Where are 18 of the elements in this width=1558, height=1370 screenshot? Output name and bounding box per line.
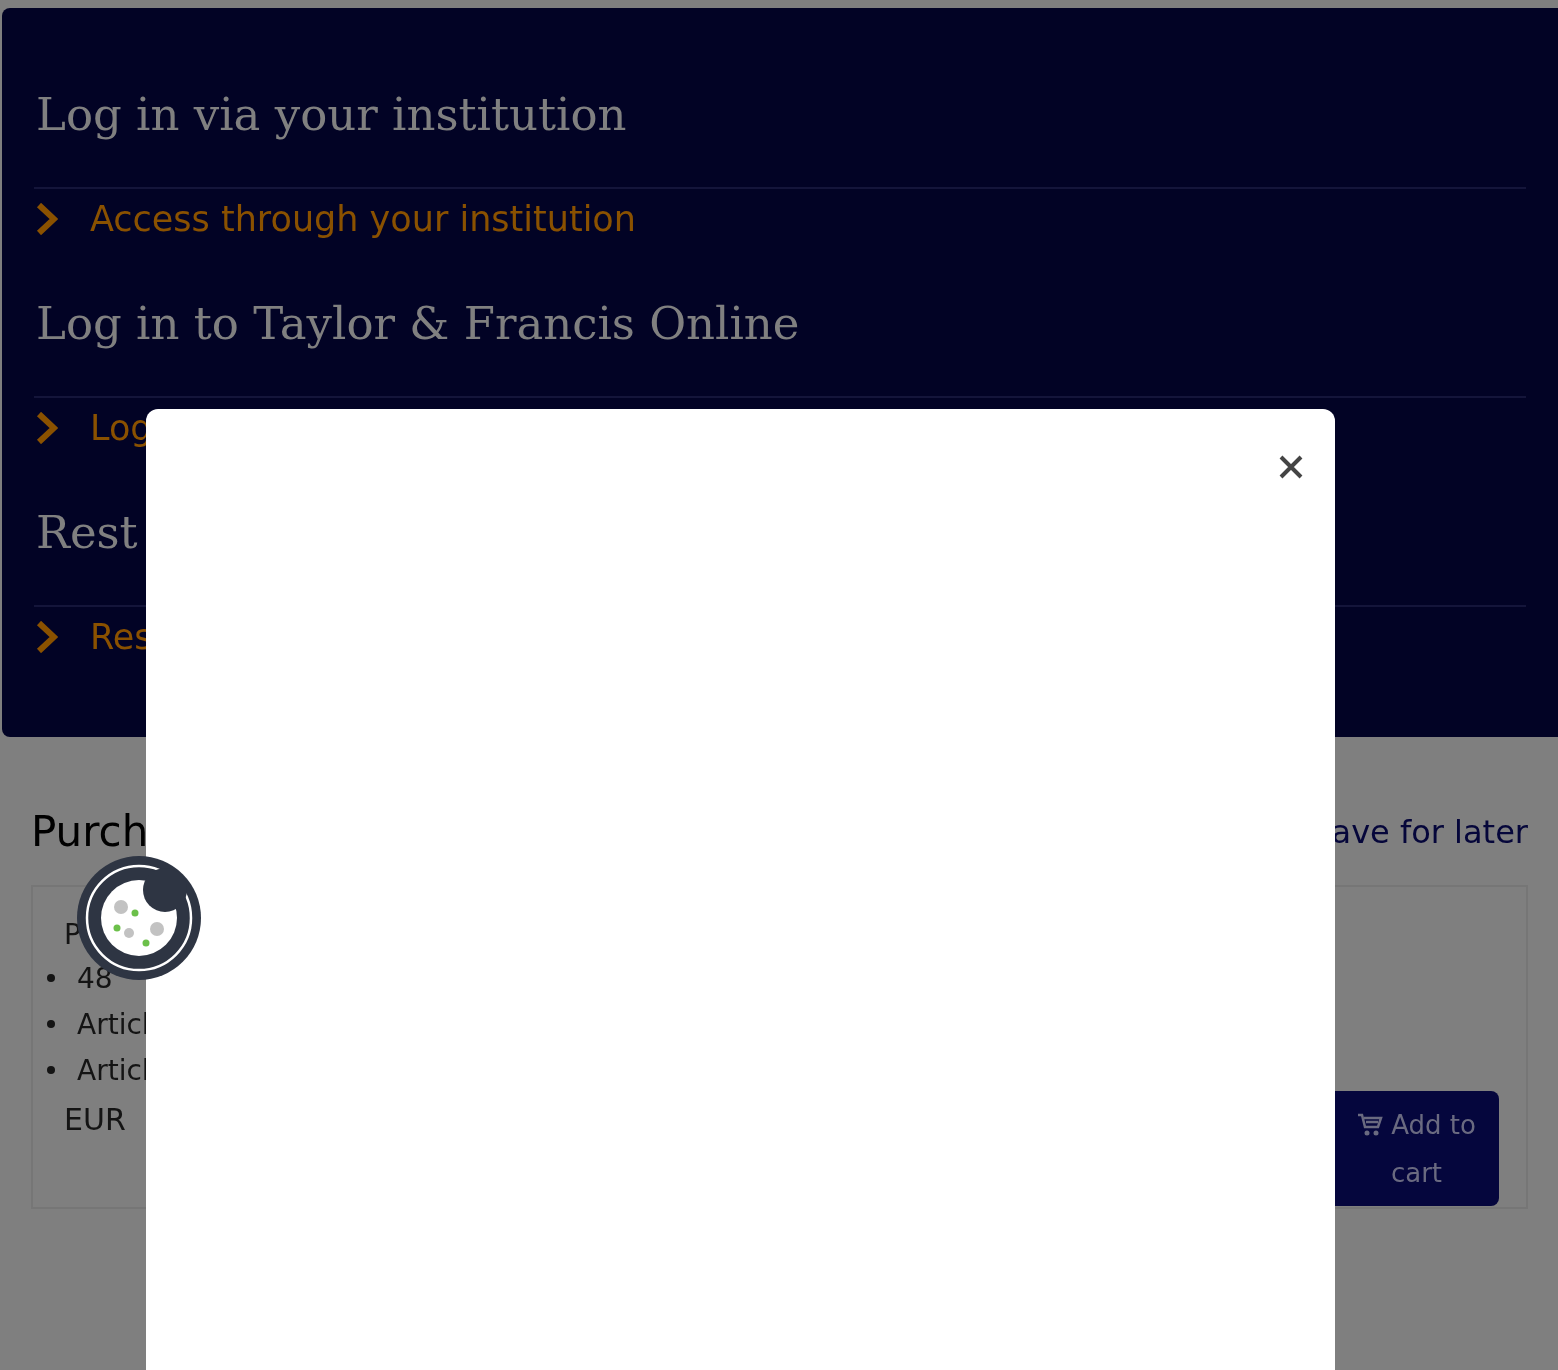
feature-text: Articl: [77, 1007, 150, 1041]
add-to-cart-button[interactable]: Add to cart: [1334, 1091, 1499, 1206]
section-heading: Log in to Taylor & Francis Online: [36, 296, 801, 352]
bullet-icon: [47, 1020, 55, 1028]
bullet-icon: [47, 974, 55, 982]
login-link[interactable]: Access through your institution: [90, 199, 636, 239]
purchase-title: Purch: [31, 811, 149, 853]
cart-icon: [1357, 1112, 1384, 1137]
section-heading: Log in via your institution: [36, 87, 628, 143]
chevron-icon: [36, 412, 58, 444]
close-icon[interactable]: [1278, 454, 1304, 480]
feature-text: Articl: [77, 1053, 150, 1087]
bullet-icon: [47, 1066, 55, 1074]
save-for-later-link[interactable]: ave for later: [1331, 813, 1528, 851]
price: EUR: [63, 1101, 127, 1139]
section-heading: Rest: [36, 505, 139, 561]
chevron-icon: [36, 203, 58, 235]
chevron-icon: [36, 621, 58, 653]
